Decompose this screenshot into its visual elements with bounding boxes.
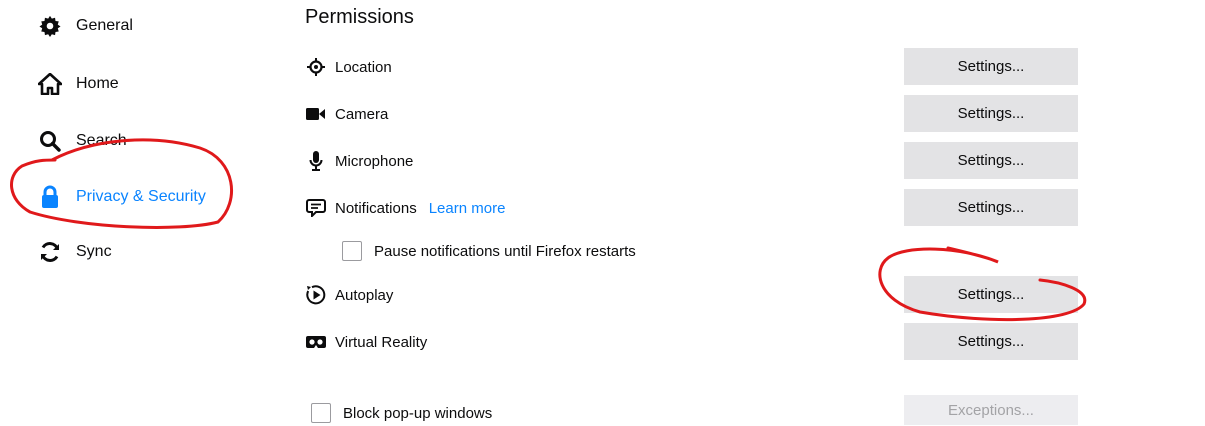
pause-notifications-option: Pause notifications until Firefox restar… [342, 238, 636, 264]
permission-label: Camera [335, 105, 389, 123]
permission-virtual-reality: Virtual Reality [305, 324, 427, 360]
section-title: Permissions [305, 6, 414, 28]
notifications-icon [305, 198, 327, 218]
permission-label: Autoplay [335, 286, 394, 304]
permission-location: Location [305, 49, 392, 85]
permission-label: Notifications [335, 199, 417, 217]
location-icon [305, 57, 327, 77]
permission-camera: Camera [305, 96, 388, 132]
vr-icon [305, 332, 327, 352]
vr-settings-button[interactable]: Settings... [904, 323, 1078, 360]
permission-microphone: Microphone [305, 143, 413, 179]
camera-icon [305, 104, 327, 124]
popup-exceptions-button[interactable]: Exceptions... [904, 395, 1078, 425]
permissions-section: Permissions Location Settings... Camera … [0, 0, 1205, 425]
camera-settings-button[interactable]: Settings... [904, 95, 1078, 132]
permission-label: Microphone [335, 152, 414, 170]
autoplay-icon [305, 285, 327, 305]
permission-autoplay: Autoplay [305, 277, 393, 313]
permission-notifications: Notifications Learn more [305, 190, 505, 226]
block-popups-option: Block pop-up windows [311, 400, 492, 426]
pause-notifications-checkbox[interactable] [342, 241, 362, 261]
pause-notifications-label: Pause notifications until Firefox restar… [374, 242, 636, 260]
location-settings-button[interactable]: Settings... [904, 48, 1078, 85]
permission-label: Virtual Reality [335, 333, 428, 351]
notifications-settings-button[interactable]: Settings... [904, 189, 1078, 226]
block-popups-checkbox[interactable] [311, 403, 331, 423]
autoplay-settings-button[interactable]: Settings... [904, 276, 1078, 313]
microphone-settings-button[interactable]: Settings... [904, 142, 1078, 179]
learn-more-link[interactable]: Learn more [429, 200, 506, 217]
microphone-icon [305, 151, 327, 171]
permission-label: Location [335, 58, 392, 76]
